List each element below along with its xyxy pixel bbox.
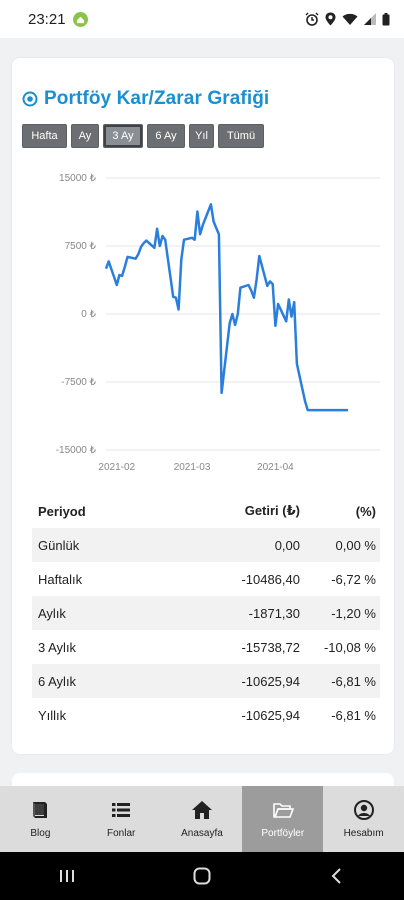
alarm-icon xyxy=(305,12,319,26)
nav-portfolios-label: Portföyler xyxy=(261,828,305,839)
table-row: 3 Aylık -15738,72 -10,08 % xyxy=(32,630,380,664)
y-tick-label: -7500 ₺ xyxy=(61,377,96,388)
row-percent: 0,00 % xyxy=(308,528,380,562)
row-percent: -6,72 % xyxy=(331,571,376,587)
table-row: 6 Aylık -10625,94 -6,81 % xyxy=(32,664,380,698)
row-percent: -10,08 % xyxy=(323,639,376,655)
tab-3-months[interactable]: 3 Ay xyxy=(103,124,143,148)
tab-all[interactable]: Tümü xyxy=(218,124,264,148)
wifi-icon xyxy=(342,13,358,25)
nav-blog[interactable]: Blog xyxy=(0,786,81,852)
tab-year[interactable]: Yıl xyxy=(189,124,214,148)
nav-portfolios[interactable]: Portföyler xyxy=(242,786,324,852)
nav-account-label: Hesabım xyxy=(343,828,384,839)
header-period: Periyod xyxy=(38,503,86,519)
nav-account[interactable]: Hesabım xyxy=(323,786,404,852)
row-period: 3 Aylık xyxy=(38,639,77,655)
header-return: Getiri (₺) xyxy=(244,503,300,518)
nav-funds[interactable]: Fonlar xyxy=(81,786,162,852)
x-tick-label: 2021-03 xyxy=(174,462,211,473)
x-tick-label: 2021-04 xyxy=(257,462,294,473)
row-return: 0,00 xyxy=(155,528,308,562)
status-bar: 23:21 xyxy=(0,0,404,38)
y-tick-label: 15000 ₺ xyxy=(59,173,97,184)
back-icon[interactable] xyxy=(327,866,347,886)
period-table: Periyod Getiri (₺) (%) Günlük 0,00 0,00 … xyxy=(32,494,380,732)
series-line xyxy=(104,203,348,412)
period-tabs: Hafta Ay 3 Ay 6 Ay Yıl Tümü xyxy=(22,124,264,148)
nav-blog-label: Blog xyxy=(30,828,51,839)
location-icon xyxy=(325,12,336,26)
row-period: Günlük xyxy=(32,528,156,562)
row-return: -1871,30 xyxy=(155,596,308,630)
nav-home-label: Anasayfa xyxy=(181,828,223,839)
header-percent: (%) xyxy=(355,503,376,519)
row-period: Yıllık xyxy=(38,707,67,723)
nav-home[interactable]: Anasayfa xyxy=(162,786,243,852)
recent-apps-icon[interactable] xyxy=(57,867,77,885)
card-title-text: Portföy Kar/Zarar Grafiği xyxy=(44,88,270,109)
table-header-row: Periyod Getiri (₺) (%) xyxy=(32,494,380,528)
list-icon xyxy=(112,803,131,817)
target-icon xyxy=(22,91,38,107)
battery-icon xyxy=(382,12,390,25)
row-period: 6 Aylık xyxy=(32,664,156,698)
row-percent: -6,81 % xyxy=(308,664,380,698)
row-percent: -6,81 % xyxy=(331,707,376,723)
row-return: -10486,40 xyxy=(241,571,300,587)
card-title: Portföy Kar/Zarar Grafiği xyxy=(22,88,269,110)
folder-open-icon xyxy=(272,803,294,818)
tab-week[interactable]: Hafta xyxy=(22,124,67,148)
row-return: -15738,72 xyxy=(241,639,300,655)
profit-loss-chart: 15000 ₺ 7500 ₺ 0 ₺ -7500 ₺ -15000 ₺2021-02 20… xyxy=(56,173,380,473)
y-tick-label: 0 ₺ xyxy=(81,309,96,320)
bottom-nav: Blog Fonlar Anasayfa Portföyler Hesabım xyxy=(0,786,404,852)
status-time: 23:21 xyxy=(28,10,66,28)
tab-6-months[interactable]: 6 Ay xyxy=(147,124,185,148)
y-tick-label: -15000 ₺ xyxy=(56,445,97,456)
row-period: Aylık xyxy=(32,596,156,630)
y-tick-label: 7500 ₺ xyxy=(65,241,97,252)
portfolio-card: Portföy Kar/Zarar Grafiği Hafta Ay 3 Ay … xyxy=(12,58,394,754)
table-row: Günlük 0,00 0,00 % xyxy=(32,528,380,562)
row-return: -10625,94 xyxy=(155,664,308,698)
signal-icon xyxy=(364,13,376,25)
nav-funds-label: Fonlar xyxy=(107,828,136,839)
account-icon xyxy=(353,800,374,820)
table-row: Yıllık -10625,94 -6,81 % xyxy=(32,698,380,732)
status-icons xyxy=(305,12,390,26)
app-notification-icon xyxy=(72,11,88,27)
row-period: Haftalık xyxy=(38,571,83,587)
table-row: Aylık -1871,30 -1,20 % xyxy=(32,596,380,630)
home-icon xyxy=(191,801,212,819)
row-percent: -1,20 % xyxy=(308,596,380,630)
tab-month[interactable]: Ay xyxy=(71,124,99,148)
row-return: -10625,94 xyxy=(241,707,300,723)
system-nav-bar xyxy=(0,852,404,900)
book-icon xyxy=(33,802,48,818)
x-tick-label: 2021-02 xyxy=(98,462,135,473)
table-row: Haftalık -10486,40 -6,72 % xyxy=(32,562,380,596)
home-button-icon[interactable] xyxy=(192,866,212,886)
